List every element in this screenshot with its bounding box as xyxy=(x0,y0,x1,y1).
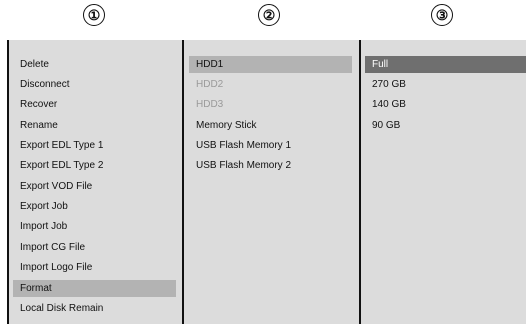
device-item-hdd3: HDD3 xyxy=(196,99,224,110)
menu-item-export-edl-type-2[interactable]: Export EDL Type 2 xyxy=(13,157,176,174)
menu-item-rename[interactable]: Rename xyxy=(13,117,176,134)
callout-2: ② xyxy=(258,4,280,26)
device-select-panel: HDD1 HDD2 HDD3 Memory Stick USB Flash Me… xyxy=(182,40,359,324)
size-item-full[interactable]: Full xyxy=(365,56,526,73)
device-item-usb-flash-memory-2[interactable]: USB Flash Memory 2 xyxy=(189,157,352,174)
menu-item-export-job[interactable]: Export Job xyxy=(13,198,176,215)
size-item-140gb[interactable]: 140 GB xyxy=(365,96,526,113)
format-size-panel: Full 270 GB 140 GB 90 GB xyxy=(359,40,526,324)
menu-item-import-logo-file[interactable]: Import Logo File xyxy=(13,259,176,276)
menu-item-import-job[interactable]: Import Job xyxy=(13,218,176,235)
operation-menu-panel: Delete Disconnect Recover Rename Export … xyxy=(7,40,182,324)
device-item-hdd2: HDD2 xyxy=(196,79,224,90)
device-item-hdd1[interactable]: HDD1 xyxy=(189,56,352,73)
menu-item-local-disk-remain[interactable]: Local Disk Remain xyxy=(13,300,176,317)
menu-item-import-cg-file[interactable]: Import CG File xyxy=(13,239,176,256)
callout-3: ③ xyxy=(431,4,453,26)
menu-item-export-vod-file[interactable]: Export VOD File xyxy=(13,178,176,195)
callout-1: ① xyxy=(83,4,105,26)
device-item-usb-flash-memory-1[interactable]: USB Flash Memory 1 xyxy=(189,137,352,154)
menu-item-format[interactable]: Format xyxy=(13,280,176,297)
size-item-90gb[interactable]: 90 GB xyxy=(365,117,526,134)
menu-item-recover[interactable]: Recover xyxy=(13,96,176,113)
menu-item-export-edl-type-1[interactable]: Export EDL Type 1 xyxy=(13,137,176,154)
device-item-memory-stick[interactable]: Memory Stick xyxy=(189,117,352,134)
menu-item-disconnect[interactable]: Disconnect xyxy=(13,76,176,93)
size-item-270gb[interactable]: 270 GB xyxy=(365,76,526,93)
menu-item-delete[interactable]: Delete xyxy=(13,56,176,73)
